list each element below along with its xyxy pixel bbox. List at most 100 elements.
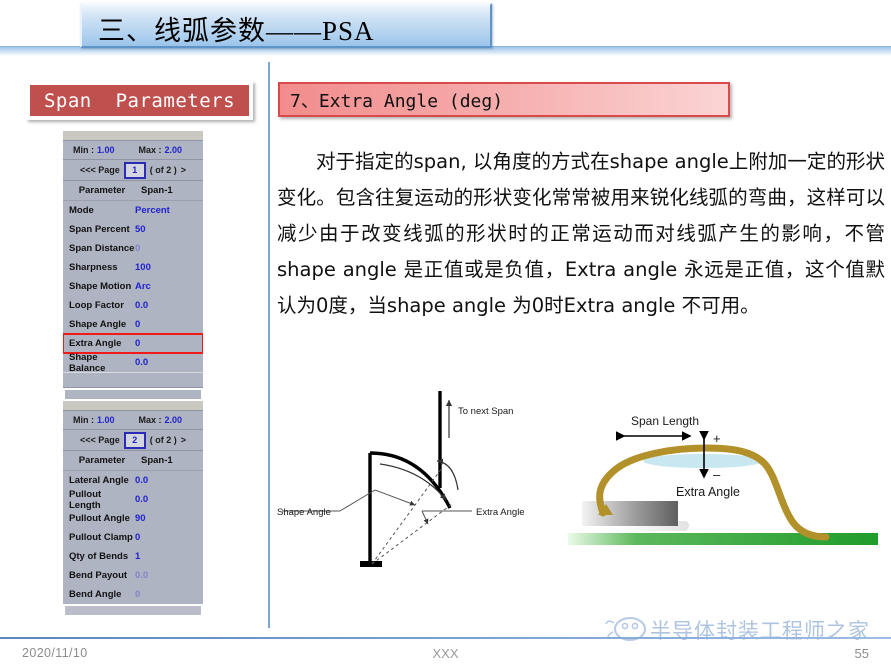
page1-col-parameter: Parameter <box>78 185 126 196</box>
table-row[interactable]: Bend Angle 0 <box>63 585 203 604</box>
page1-next-button[interactable]: > <box>181 165 186 175</box>
table-row[interactable]: Bend Payout 0.0 <box>63 566 203 585</box>
page2-column-headers: Parameter Span-1 <box>63 451 203 471</box>
page1-param-value[interactable]: 0 <box>135 338 203 349</box>
page-title: 三、线弧参数——PSA <box>98 16 375 46</box>
screenshot-mid-scroll[interactable] <box>63 388 203 401</box>
table-row[interactable]: Mode Percent <box>63 201 203 220</box>
page2-page-input[interactable]: 2 <box>123 431 146 449</box>
page1-param-name: Sharpness <box>69 262 118 273</box>
screenshot-top-strip <box>63 131 203 141</box>
span-parameters-badge: Span Parameters <box>26 81 253 120</box>
table-row[interactable]: Span Distance 0 <box>63 239 203 258</box>
screenshot-bottom-scroll[interactable] <box>63 604 203 615</box>
page2-of-label: ( of 2 ) <box>149 435 177 445</box>
page2-param-name: Bend Angle <box>69 589 122 600</box>
label-shape-angle: Shape Angle <box>277 507 331 518</box>
wire-bond-loop-diagram: Span Length + – Extra Angle <box>568 414 878 545</box>
label-extra-angle-right: Extra Angle <box>676 485 740 499</box>
label-extra-angle-left: Extra Angle <box>476 507 525 518</box>
page1-column-headers: Parameter Span-1 <box>63 181 203 201</box>
page2-next-button[interactable]: > <box>181 435 186 445</box>
table-row[interactable]: Sharpness 100 <box>63 258 203 277</box>
page1-max-value: 2.00 <box>164 145 183 155</box>
page2-param-name: Pullout Angle <box>69 513 130 524</box>
page2-param-value[interactable]: 0 <box>135 589 203 600</box>
watermark-text: 半导体封装工程师之家 <box>650 619 870 643</box>
page1-param-name: Span Percent <box>69 224 130 235</box>
page2-param-name: Pullout Clamp <box>69 532 133 543</box>
page2-prev-button[interactable]: <<< Page <box>80 435 120 445</box>
page1-rows: Mode Percent Span Percent 50 Span Distance 0 S… <box>63 201 203 374</box>
page1-param-value[interactable]: 0 <box>135 319 203 330</box>
table-row[interactable]: Pullout Clamp 0 <box>63 528 203 547</box>
page1-param-name: Extra Angle <box>69 338 122 349</box>
label-plus: + <box>713 431 721 446</box>
slide-title-box: 三、线弧参数——PSA <box>80 3 492 48</box>
watermark: 半导体封装工程师之家 <box>604 614 886 644</box>
screenshot-strip-2 <box>63 401 203 411</box>
page2-pager[interactable]: <<< Page 2 ( of 2 ) > <box>63 430 203 451</box>
page2-param-value[interactable]: 0.0 <box>135 475 203 486</box>
page2-col-parameter: Parameter <box>78 455 126 466</box>
page2-param-value[interactable]: 0.0 <box>135 494 203 505</box>
page1-param-value[interactable]: 0.0 <box>135 357 203 368</box>
table-row[interactable]: Loop Factor 0.0 <box>63 296 203 315</box>
page1-col-span: Span-1 <box>141 185 173 196</box>
table-row[interactable]: Lateral Angle 0.0 <box>63 471 203 490</box>
page1-page-input[interactable]: 1 <box>123 161 146 179</box>
page1-param-value[interactable]: Percent <box>135 205 203 216</box>
page2-col-span: Span-1 <box>141 455 173 466</box>
table-row[interactable]: Shape Angle 0 <box>63 315 203 334</box>
page1-min-label: Min : <box>73 145 94 155</box>
table-row[interactable]: Pullout Angle 90 <box>63 509 203 528</box>
page2-param-name: Lateral Angle <box>69 475 129 486</box>
page2-param-value[interactable]: 1 <box>135 551 203 562</box>
page1-max-label: Max : <box>138 145 162 155</box>
page2-rows: Lateral Angle 0.0 Pullout Length 0.0 Pullout… <box>63 471 203 604</box>
page1-prev-button[interactable]: <<< Page <box>80 165 120 175</box>
column-divider <box>268 62 270 628</box>
body-paragraph: 对于指定的span, 以角度的方式在shape angle上附加一定的形状变化。… <box>277 150 885 317</box>
label-to-next-span: To next Span <box>458 406 513 417</box>
table-row[interactable]: Shape Balance 0.0 <box>63 352 203 374</box>
table-row[interactable]: Pullout Length 0.0 <box>63 489 203 511</box>
page1-minmax-row: Min : 1.00 Max : 2.00 <box>63 141 203 160</box>
table-row[interactable]: Extra Angle 0 <box>63 333 203 354</box>
page1-param-value[interactable]: 50 <box>135 224 203 235</box>
span-parameters-badge-fill: Span Parameters <box>30 85 249 116</box>
page2-max-label: Max : <box>138 415 162 425</box>
page2-min-label: Min : <box>73 415 94 425</box>
page1-param-name: Span Distance <box>69 243 135 254</box>
page1-of-label: ( of 2 ) <box>149 165 177 175</box>
page2-param-value[interactable]: 90 <box>135 513 203 524</box>
page1-param-name: Loop Factor <box>69 300 124 311</box>
span-parameters-label: Span Parameters <box>43 89 236 112</box>
table-row[interactable]: Span Percent 50 <box>63 220 203 239</box>
section-header-label: 7、Extra Angle (deg) <box>290 90 504 112</box>
page1-param-value[interactable]: Arc <box>135 281 203 292</box>
span-parameters-screenshot: Min : 1.00 Max : 2.00 <<< Page 1 ( of 2 … <box>63 131 203 615</box>
screenshot-mid-gap <box>63 372 203 388</box>
page1-pager[interactable]: <<< Page 1 ( of 2 ) > <box>63 160 203 181</box>
page2-param-value[interactable]: 0.0 <box>135 570 203 581</box>
page2-min-value: 1.00 <box>97 415 115 425</box>
section-header-bar: 7、Extra Angle (deg) <box>278 82 730 117</box>
page1-param-name: Shape Angle <box>69 319 127 330</box>
footer-page-number: 55 <box>854 646 869 661</box>
page2-max-value: 2.00 <box>164 415 183 425</box>
label-minus: – <box>713 467 721 482</box>
page2-minmax-row: Min : 1.00 Max : 2.00 <box>63 411 203 430</box>
slide-canvas: 三、线弧参数——PSA Span Parameters Min : 1.00 M… <box>0 0 891 669</box>
table-row[interactable]: Qty of Bends 1 <box>63 547 203 566</box>
table-row[interactable]: Shape Motion Arc <box>63 277 203 296</box>
footer-rule <box>0 637 891 639</box>
page2-param-value[interactable]: 0 <box>135 532 203 543</box>
page1-param-value[interactable]: 100 <box>135 262 203 273</box>
page1-param-value[interactable]: 0.0 <box>135 300 203 311</box>
page1-param-name: Shape Motion <box>69 281 132 292</box>
label-span-length: Span Length <box>631 414 699 428</box>
page1-param-value[interactable]: 0 <box>135 243 203 254</box>
shape-angle-diagram: To next Span Shape Angle Extra Angle <box>277 391 525 567</box>
page2-param-name: Qty of Bends <box>69 551 129 562</box>
